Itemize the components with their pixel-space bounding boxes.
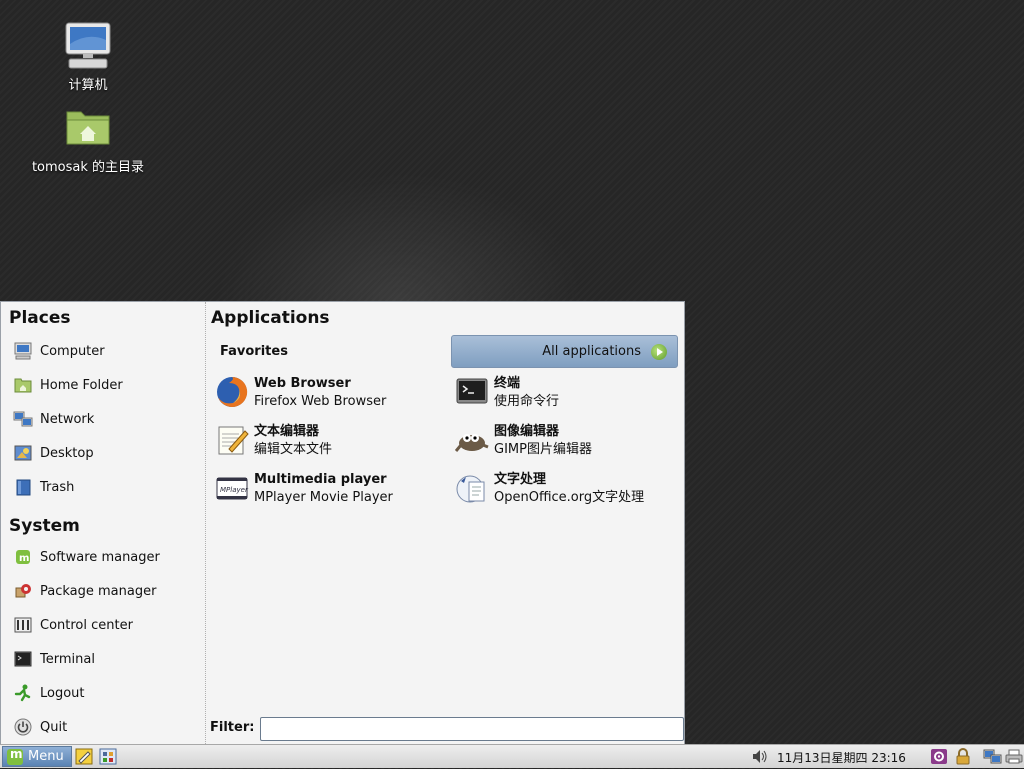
mplayer-icon: MPlayer (215, 471, 249, 505)
favorite-desc: 使用命令行 (494, 394, 560, 409)
system-item-control-center[interactable]: Control center (13, 612, 133, 638)
favorite-name: 文字处理 (494, 472, 547, 487)
places-item-label: Network (40, 411, 95, 427)
applications-title: Applications (211, 308, 330, 328)
svg-text:MPlayer: MPlayer (220, 486, 249, 494)
svg-text:m: m (19, 553, 29, 564)
system-item-label: Terminal (40, 651, 95, 667)
logout-icon (13, 683, 33, 703)
system-item-label: Control center (40, 617, 133, 633)
favorite-name: 文本编辑器 (254, 424, 320, 439)
home-folder-icon (63, 104, 113, 152)
network-icon (13, 409, 33, 429)
favorite-desc: 编辑文本文件 (254, 442, 333, 457)
favorite-image-editor[interactable]: 图像编辑器 GIMP图片编辑器 (454, 423, 592, 463)
desktop-icon-home[interactable]: tomosak 的主目录 (18, 104, 158, 175)
places-item-computer[interactable]: Computer (13, 338, 105, 364)
trash-icon (13, 477, 33, 497)
places-item-label: Trash (40, 479, 75, 495)
filter-label: Filter: (210, 720, 255, 735)
all-applications-button[interactable]: All applications (451, 335, 678, 368)
printer-icon[interactable] (1005, 748, 1023, 765)
places-item-desktop[interactable]: Desktop (13, 440, 94, 466)
taskbar: Menu 11月13日星期四 23:16 (0, 744, 1024, 768)
system-item-label: Software manager (40, 549, 160, 565)
package-manager-icon (13, 581, 33, 601)
system-item-terminal[interactable]: Terminal (13, 646, 95, 672)
favorite-name: 终端 (494, 376, 521, 391)
terminal-icon (455, 375, 489, 409)
favorite-desc: OpenOffice.org文字处理 (494, 490, 645, 505)
system-item-logout[interactable]: Logout (13, 680, 85, 706)
system-title: System (9, 516, 80, 536)
places-item-label: Desktop (40, 445, 94, 461)
desktop-icon-label: tomosak 的主目录 (31, 160, 145, 175)
places-item-network[interactable]: Network (13, 406, 94, 432)
favorite-word-processor[interactable]: 文字处理 OpenOffice.org文字处理 (455, 471, 644, 511)
settings-gear-icon[interactable] (930, 748, 948, 765)
places-item-label: Computer (40, 343, 105, 359)
system-item-software-manager[interactable]: m Software manager (13, 544, 160, 570)
text-editor-launcher-icon[interactable] (75, 748, 93, 765)
menu-left-column: Places Computer Home Folder Network Desk… (1, 302, 206, 744)
computer-icon (13, 341, 33, 361)
system-item-label: Logout (40, 685, 85, 701)
favorite-desc: MPlayer Movie Player (254, 490, 393, 505)
desktop-icon (13, 443, 33, 463)
network-status-icon[interactable] (983, 748, 1003, 765)
desktop-icon-label: 计算机 (68, 78, 108, 93)
system-item-label: Quit (40, 719, 68, 735)
places-item-label: Home Folder (40, 377, 123, 393)
linux-mint-logo-icon (7, 747, 23, 765)
places-item-home-folder[interactable]: Home Folder (13, 372, 123, 398)
places-title: Places (9, 308, 71, 328)
favorite-web-browser[interactable]: Web Browser Firefox Web Browser (215, 375, 386, 415)
writer-icon (455, 471, 489, 505)
arrow-right-icon (651, 343, 667, 360)
gimp-icon (454, 423, 489, 457)
favorite-name: 图像编辑器 (494, 424, 560, 439)
favorite-name: Multimedia player (254, 472, 387, 487)
favorite-terminal[interactable]: 终端 使用命令行 (455, 375, 559, 415)
lock-icon[interactable] (954, 748, 972, 765)
start-menu: Places Computer Home Folder Network Desk… (0, 301, 685, 744)
home-folder-icon (13, 375, 33, 395)
power-icon (13, 717, 33, 737)
favorites-title: Favorites (220, 344, 288, 359)
all-applications-label: All applications (542, 344, 641, 359)
system-item-label: Package manager (40, 583, 157, 599)
clock[interactable]: 11月13日星期四 23:16 (777, 749, 906, 766)
terminal-icon (13, 649, 33, 669)
favorite-desc: GIMP图片编辑器 (494, 442, 592, 457)
show-desktop-icon[interactable] (99, 748, 117, 765)
text-editor-icon (215, 423, 249, 457)
menu-button[interactable]: Menu (2, 746, 72, 767)
menu-button-label: Menu (28, 749, 64, 764)
favorite-desc: Firefox Web Browser (254, 394, 387, 409)
desktop-icon-computer[interactable]: 计算机 (18, 22, 158, 93)
favorite-text-editor[interactable]: 文本编辑器 编辑文本文件 (215, 423, 332, 463)
control-center-icon (13, 615, 33, 635)
volume-icon[interactable] (751, 748, 769, 765)
system-item-quit[interactable]: Quit (13, 714, 67, 740)
computer-icon (63, 22, 113, 70)
filter-input[interactable] (260, 717, 684, 741)
favorite-multimedia-player[interactable]: MPlayer Multimedia player MPlayer Movie … (215, 471, 393, 511)
places-item-trash[interactable]: Trash (13, 474, 74, 500)
firefox-icon (215, 375, 249, 409)
favorite-name: Web Browser (254, 376, 351, 391)
software-manager-icon: m (13, 547, 33, 567)
system-item-package-manager[interactable]: Package manager (13, 578, 156, 604)
